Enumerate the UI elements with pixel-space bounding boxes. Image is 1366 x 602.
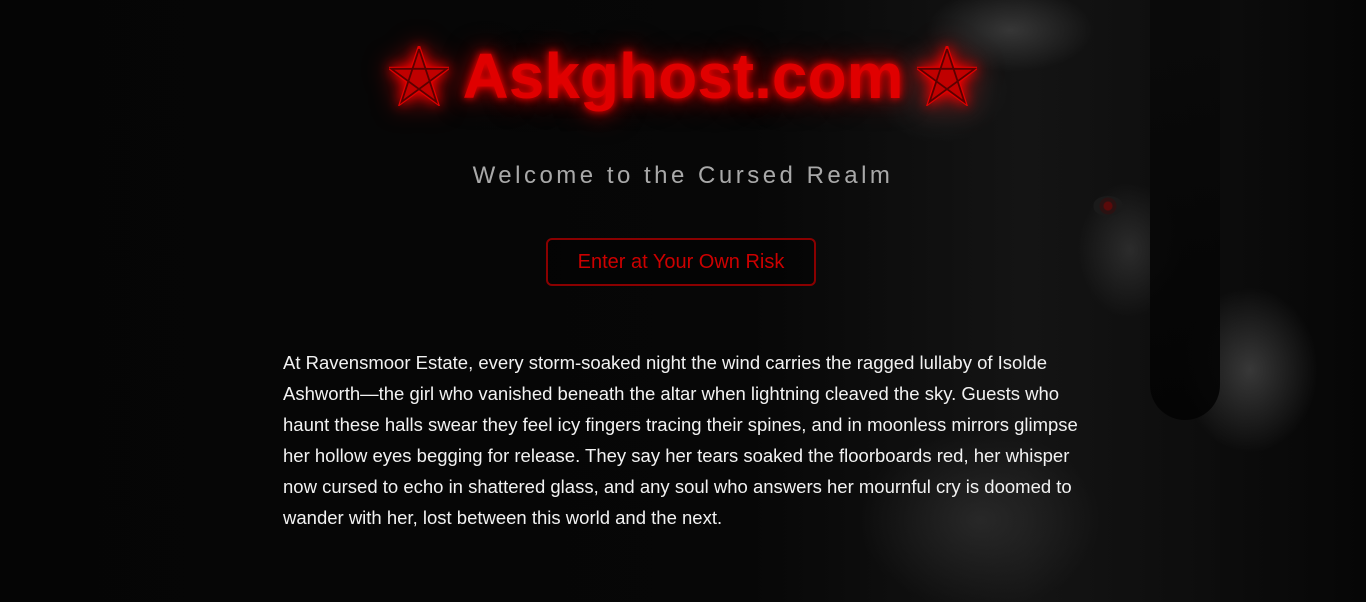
enter-button[interactable]: Enter at Your Own Risk xyxy=(546,238,816,286)
ghost-eye xyxy=(1093,196,1123,216)
page-subtitle: Welcome to the Cursed Realm xyxy=(472,162,894,189)
page: Askghost.com Welcome to the Cursed Realm… xyxy=(0,0,1366,602)
site-title: Askghost.com xyxy=(388,38,978,114)
site-title-text: Askghost.com xyxy=(462,40,904,112)
pentagram-icon xyxy=(917,46,978,106)
site-header: Askghost.com xyxy=(0,38,1366,114)
pentagram-icon xyxy=(388,46,449,106)
story-paragraph: At Ravensmoor Estate, every storm-soaked… xyxy=(283,352,1078,528)
